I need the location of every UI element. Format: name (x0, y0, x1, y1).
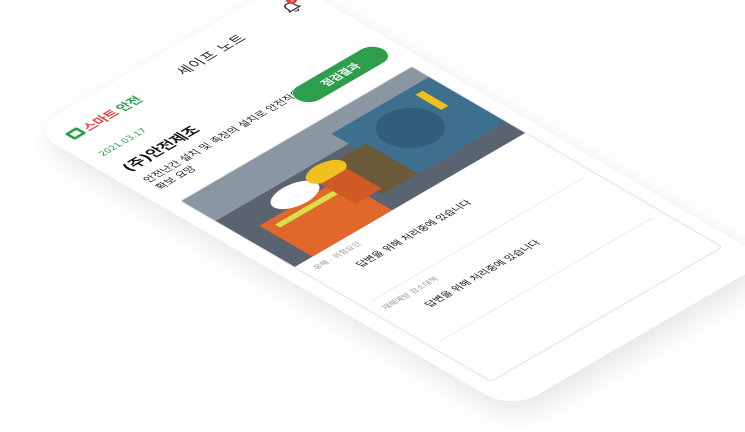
stage: 스마트 안전 세이프 노트 1 2021.03.17 (주)안전제조 안전난간 설… (0, 0, 745, 432)
page-title: 세이프 노트 (173, 32, 252, 78)
logo-text-a: 스마트 (79, 107, 124, 134)
logo-icon (64, 127, 87, 140)
app-screen: 스마트 안전 세이프 노트 1 2021.03.17 (주)안전제조 안전난간 설… (30, 0, 745, 410)
notification-bell-icon[interactable]: 1 (277, 0, 308, 17)
phone-mockup: 스마트 안전 세이프 노트 1 2021.03.17 (주)안전제조 안전난간 설… (30, 0, 745, 410)
